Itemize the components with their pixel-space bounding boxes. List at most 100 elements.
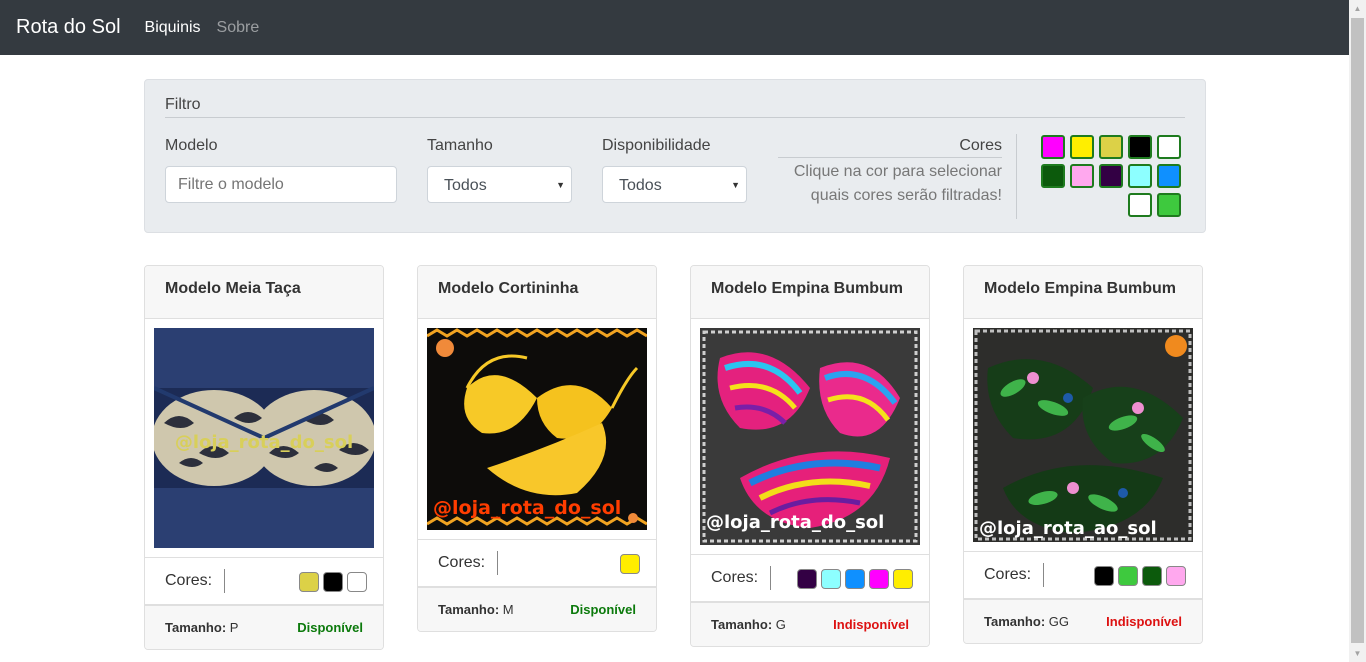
color-chips [797, 569, 913, 589]
color-chip [323, 572, 343, 592]
color-swatch[interactable] [1157, 164, 1181, 188]
product-footer: Tamanho: G Indisponível [691, 602, 929, 646]
cores-help-line2: quais cores serão filtradas! [810, 187, 1002, 204]
product-card[interactable]: Modelo Meia Taça @loja_rota_do_sol Cores… [144, 265, 384, 650]
nav-link-biquinis[interactable]: Biquinis [145, 19, 201, 37]
product-colors: Cores: [418, 539, 656, 587]
cores-title: Cores [778, 137, 1002, 158]
product-image[interactable]: @loja_rota_do_sol [700, 328, 920, 545]
product-footer: Tamanho: M Disponível [418, 587, 656, 631]
color-chip [821, 569, 841, 589]
page-scrollbar[interactable]: ▲ ▼ [1349, 0, 1366, 662]
availability-status: Disponível [297, 620, 363, 635]
color-swatch[interactable] [1157, 193, 1181, 217]
color-chip [1118, 566, 1138, 586]
product-image[interactable]: @loja_rota_do_sol [154, 328, 374, 548]
filter-panel: Filtro Modelo Tamanho Todos ▼ Disponibil… [144, 79, 1206, 233]
scroll-up-arrow-icon[interactable]: ▲ [1349, 0, 1366, 17]
color-chips [620, 554, 640, 574]
modelo-label: Modelo [165, 137, 218, 154]
color-chip [620, 554, 640, 574]
color-chip [797, 569, 817, 589]
svg-text:@loja_rota_do_sol: @loja_rota_do_sol [706, 512, 884, 533]
color-chip [1142, 566, 1162, 586]
scroll-thumb[interactable] [1351, 18, 1364, 643]
brand-logo[interactable]: Rota do Sol [16, 16, 121, 39]
color-chip [299, 572, 319, 592]
color-chip [845, 569, 865, 589]
svg-text:@loja_rota_do_sol: @loja_rota_do_sol [433, 497, 621, 519]
product-card[interactable]: Modelo Empina Bumbum @loja_rota_ao_sol C… [963, 265, 1203, 644]
color-swatch[interactable] [1041, 135, 1065, 159]
product-image[interactable]: @loja_rota_ao_sol [973, 328, 1193, 542]
tamanho-info: Tamanho: GG [984, 614, 1069, 629]
chevron-down-icon: ▼ [731, 180, 740, 190]
svg-text:@loja_rota_ao_sol: @loja_rota_ao_sol [979, 518, 1157, 539]
product-title: Modelo Empina Bumbum [964, 266, 1202, 319]
color-swatch[interactable] [1070, 135, 1094, 159]
cores-divider [497, 551, 498, 575]
chevron-down-icon: ▼ [556, 180, 565, 190]
tamanho-info: Tamanho: M [438, 602, 514, 617]
color-chip [1166, 566, 1186, 586]
color-swatch[interactable] [1070, 164, 1094, 188]
modelo-input[interactable] [165, 166, 397, 203]
tamanho-label: Tamanho: [165, 620, 227, 635]
color-chip [347, 572, 367, 592]
tamanho-value: GG [1048, 614, 1070, 629]
filter-divider [1016, 134, 1017, 219]
cores-info: Cores Clique na cor para selecionar quai… [778, 137, 1002, 208]
color-chips [299, 572, 367, 592]
svg-text:@loja_rota_do_sol: @loja_rota_do_sol [175, 432, 353, 453]
scroll-down-arrow-icon[interactable]: ▼ [1349, 645, 1366, 662]
tamanho-label: Tamanho: [438, 602, 500, 617]
color-chips [1094, 566, 1186, 586]
tamanho-info: Tamanho: G [711, 617, 786, 632]
tamanho-label: Tamanho: [984, 614, 1046, 629]
product-image[interactable]: @loja_rota_do_sol [427, 328, 647, 530]
cores-divider [1043, 563, 1044, 587]
tamanho-select[interactable]: Todos ▼ [427, 166, 572, 203]
tamanho-select-value: Todos [444, 177, 487, 194]
cores-label: Cores: [984, 566, 1032, 583]
color-swatch[interactable] [1041, 164, 1065, 188]
tamanho-value: M [502, 602, 514, 617]
cores-divider [770, 566, 771, 590]
cores-help-line1: Clique na cor para selecionar [793, 163, 1002, 180]
product-title: Modelo Cortininha [418, 266, 656, 319]
color-swatch[interactable] [1099, 135, 1123, 159]
availability-status: Indisponível [1106, 614, 1182, 629]
availability-status: Indisponível [833, 617, 909, 632]
product-colors: Cores: [964, 551, 1202, 599]
cores-label: Cores: [438, 554, 486, 571]
color-swatch[interactable] [1128, 135, 1152, 159]
product-footer: Tamanho: GG Indisponível [964, 599, 1202, 643]
disponibilidade-select-value: Todos [619, 177, 662, 194]
color-swatch[interactable] [1128, 193, 1152, 217]
product-title: Modelo Meia Taça [145, 266, 383, 319]
color-swatch[interactable] [1157, 135, 1181, 159]
disponibilidade-select[interactable]: Todos ▼ [602, 166, 747, 203]
tamanho-info: Tamanho: P [165, 620, 238, 635]
product-footer: Tamanho: P Disponível [145, 605, 383, 649]
product-title: Modelo Empina Bumbum [691, 266, 929, 319]
product-colors: Cores: [691, 554, 929, 602]
product-card[interactable]: Modelo Cortininha @loja_rota_do_sol Core… [417, 265, 657, 632]
cores-divider [224, 569, 225, 593]
nav-link-sobre[interactable]: Sobre [217, 19, 260, 37]
filter-legend: Filtro [165, 96, 1185, 118]
color-chip [1094, 566, 1114, 586]
cores-label: Cores: [711, 569, 759, 586]
tamanho-label: Tamanho: [711, 617, 773, 632]
tamanho-value: P [229, 620, 239, 635]
disponibilidade-label: Disponibilidade [602, 137, 711, 154]
color-chip [893, 569, 913, 589]
tamanho-value: G [775, 617, 786, 632]
tamanho-label: Tamanho [427, 137, 493, 154]
product-card[interactable]: Modelo Empina Bumbum @loja_rota_do_sol C… [690, 265, 930, 647]
color-swatch[interactable] [1099, 164, 1123, 188]
product-colors: Cores: [145, 557, 383, 605]
color-chip [869, 569, 889, 589]
color-swatch[interactable] [1128, 164, 1152, 188]
availability-status: Disponível [570, 602, 636, 617]
